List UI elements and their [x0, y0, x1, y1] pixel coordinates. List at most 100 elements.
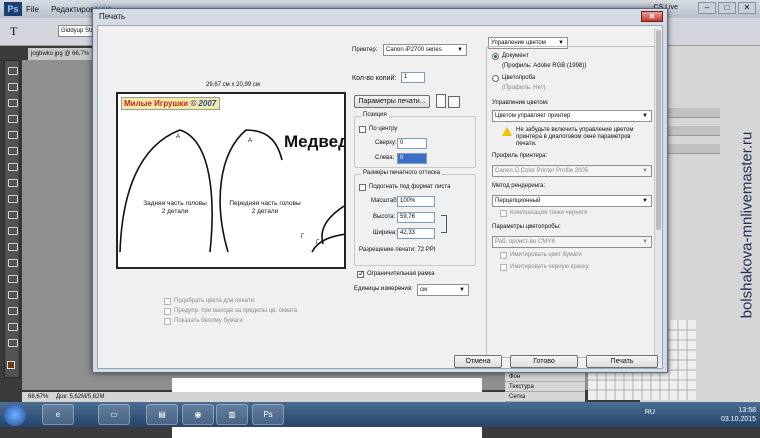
- explorer-icon[interactable]: ▭: [98, 404, 130, 425]
- print-resolution: Разрешение печати: 72 PPI: [359, 247, 436, 253]
- bounding-box-checkbox[interactable]: [357, 269, 365, 278]
- portrait-orientation-icon[interactable]: [436, 94, 446, 108]
- ie-icon[interactable]: e: [42, 404, 74, 425]
- print-button[interactable]: Печать: [586, 355, 658, 368]
- scrollbar-thumb[interactable]: [656, 30, 661, 230]
- marquee-tool-icon[interactable]: [8, 83, 18, 91]
- proof-radio-label: Цветопроба: [502, 75, 536, 81]
- dialog-close-button[interactable]: ✕: [641, 11, 663, 22]
- printer-profile-select[interactable]: Canon IJ Color Printer Profile 2005 ▼: [492, 165, 652, 177]
- paper-white-checkbox[interactable]: [164, 318, 171, 325]
- eraser-tool-icon[interactable]: [8, 227, 18, 235]
- preview-front-head-text: Передняя часть головы 2 детали: [229, 200, 301, 215]
- hand-tool-icon[interactable]: [8, 339, 18, 347]
- black-point-checkbox[interactable]: [500, 210, 507, 217]
- simulate-paper-label: Имитировать цвет бумаги: [510, 252, 582, 258]
- preview-brand-year: © 2007: [190, 99, 217, 108]
- fit-to-page-checkbox[interactable]: [359, 184, 366, 191]
- warning-text: Не забудьте включить управление цветом п…: [516, 127, 634, 147]
- type-tool-icon[interactable]: T: [10, 24, 17, 39]
- scale-input[interactable]: 100%: [397, 196, 435, 207]
- paper-size-label: 29,67 см x 20,99 см: [206, 82, 260, 88]
- color-handling-select[interactable]: Цветом управляет принтер ▼: [492, 110, 652, 122]
- document-tab[interactable]: jogbwko.jpg @ 66,7%: [28, 48, 98, 60]
- maximize-icon[interactable]: □: [718, 2, 736, 14]
- height-label: Высота:: [373, 214, 396, 220]
- chrome-icon[interactable]: ◉: [182, 404, 214, 425]
- chevron-down-icon: ▼: [642, 239, 648, 245]
- left-input[interactable]: 0: [397, 153, 427, 164]
- dodge-tool-icon[interactable]: [8, 275, 18, 283]
- foreground-color-swatch[interactable]: [7, 361, 15, 369]
- gamut-warning-checkbox[interactable]: [164, 308, 171, 315]
- preview-letter: Г: [301, 234, 305, 240]
- type-tool-side-icon[interactable]: [8, 307, 18, 315]
- units-select[interactable]: см ▼: [417, 284, 469, 296]
- menu-file[interactable]: File: [26, 5, 39, 14]
- lasso-tool-icon[interactable]: [8, 99, 18, 107]
- language-indicator[interactable]: RU: [645, 409, 655, 416]
- eyedropper-tool-icon[interactable]: [8, 147, 18, 155]
- simulate-black-checkbox[interactable]: [500, 264, 507, 271]
- width-label: Ширина:: [373, 230, 397, 236]
- link-proportions-icon[interactable]: [441, 215, 447, 233]
- print-dialog: Печать ✕ 29,67 см x 20,99 см Милые Игруш…: [92, 8, 668, 373]
- healing-tool-icon[interactable]: [8, 163, 18, 171]
- blur-tool-icon[interactable]: [8, 259, 18, 267]
- landscape-orientation-icon[interactable]: [448, 96, 460, 108]
- center-checkbox[interactable]: [359, 126, 366, 133]
- done-button[interactable]: Готово: [510, 355, 578, 368]
- crop-tool-icon[interactable]: [8, 131, 18, 139]
- monitor-app-icon[interactable]: ▥: [216, 404, 248, 425]
- rendering-label: Метод рендеринга:: [492, 183, 546, 189]
- center-label: По центру: [369, 126, 398, 132]
- layer-row[interactable]: Сетка: [505, 392, 585, 402]
- print-size-title: Размеры печатного оттиска: [361, 170, 442, 176]
- rendering-select[interactable]: Перцепционный ▼: [492, 195, 652, 207]
- simulate-black-label: Имитировать черную краску: [510, 264, 589, 270]
- print-settings-button[interactable]: Параметры печати...: [354, 95, 430, 108]
- gradient-tool-icon[interactable]: [8, 243, 18, 251]
- photoshop-logo: Ps: [4, 2, 22, 16]
- height-input[interactable]: 59,76: [397, 212, 435, 223]
- copies-input[interactable]: 1: [401, 72, 425, 83]
- close-icon[interactable]: ✕: [738, 2, 756, 14]
- units-select-value: см: [420, 287, 428, 293]
- top-input[interactable]: 0: [397, 138, 427, 149]
- width-input[interactable]: 42,33: [397, 228, 435, 239]
- layer-row[interactable]: Текстура: [505, 382, 585, 392]
- fit-to-page-label: Подогнать под формат листа: [369, 184, 451, 190]
- layer-row[interactable]: Фон: [505, 372, 585, 382]
- quick-select-tool-icon[interactable]: [8, 115, 18, 123]
- match-colors-checkbox[interactable]: [164, 298, 171, 305]
- proof-setup-select[interactable]: Раб. проист-во CMYK ▼: [492, 236, 652, 248]
- stamp-tool-icon[interactable]: [8, 195, 18, 203]
- photoshop-taskbar-icon[interactable]: Ps: [252, 404, 284, 425]
- dialog-scrollbar[interactable]: [654, 28, 662, 364]
- units-label: Единицы измерения:: [354, 286, 413, 292]
- brush-tool-icon[interactable]: [8, 179, 18, 187]
- clock-time: 13:58: [738, 407, 756, 414]
- history-brush-tool-icon[interactable]: [8, 211, 18, 219]
- start-button[interactable]: [4, 404, 26, 426]
- window-controls: – □ ✕: [698, 2, 756, 14]
- cancel-button[interactable]: Отмена: [454, 355, 502, 368]
- path-select-tool-icon[interactable]: [8, 323, 18, 331]
- pen-tool-icon[interactable]: [8, 291, 18, 299]
- watermark: bolshakova-mnlivemaster.ru: [735, 30, 759, 420]
- copies-label: Кол-во копий:: [352, 75, 397, 82]
- tools-panel: [4, 60, 20, 378]
- match-colors-label: Подобрать цвета для печати: [174, 298, 254, 304]
- printer-select[interactable]: Canon iP2700 series ▼: [383, 44, 467, 56]
- simulate-paper-checkbox[interactable]: [500, 252, 507, 259]
- color-handling-label: Управление цветом:: [492, 100, 549, 106]
- proof-radio[interactable]: [492, 75, 499, 82]
- move-tool-icon[interactable]: [8, 67, 18, 75]
- minimize-icon[interactable]: –: [698, 2, 716, 14]
- folder-icon[interactable]: ▤: [146, 404, 178, 425]
- system-clock[interactable]: 13:58 03.10.2015: [721, 406, 756, 424]
- zoom-level[interactable]: 66,67%: [28, 394, 48, 400]
- chevron-down-icon: ▼: [459, 287, 465, 293]
- document-radio[interactable]: [492, 53, 499, 60]
- preview-title-word: Медвед: [284, 132, 346, 151]
